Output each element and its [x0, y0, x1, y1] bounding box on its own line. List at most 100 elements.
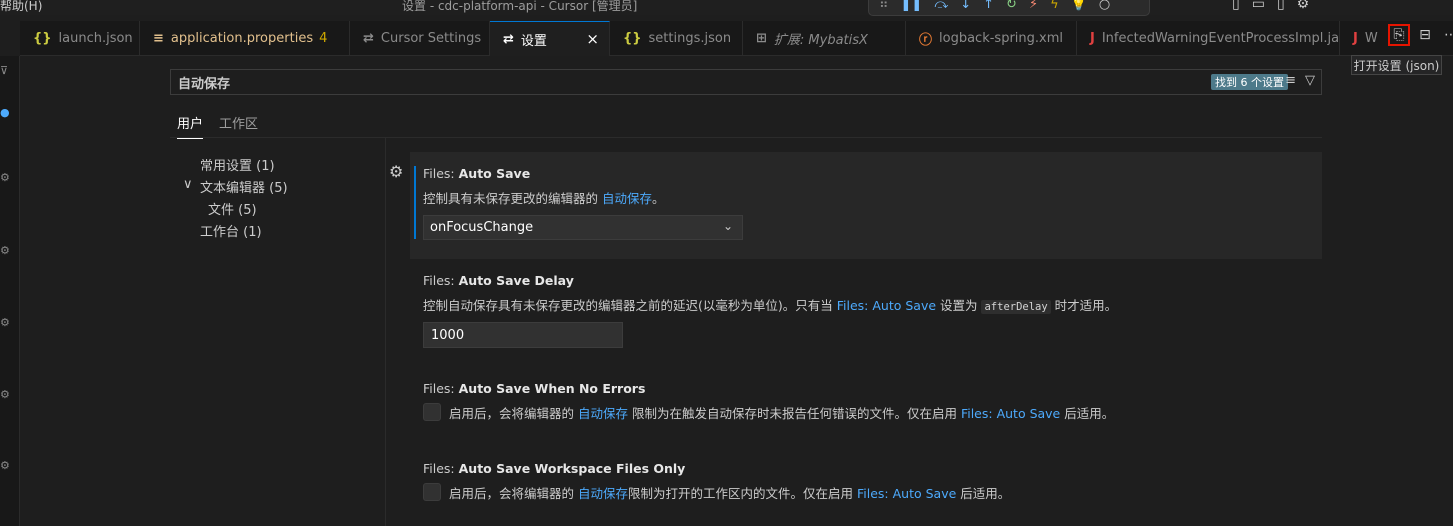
gear-icon[interactable]: ⚙ [0, 459, 10, 472]
settings-search-input[interactable]: 自动保存 找到 6 个设置 ≡ ▽ [170, 69, 1322, 95]
code-value: afterDelay [981, 300, 1051, 314]
tab-settings[interactable]: ⇄ 设置 × [490, 21, 610, 56]
setting-description: 启用后，会将编辑器的 自动保存 限制为在触发自动保存时未报告任何错误的文件。仅在… [449, 406, 1115, 421]
restart-icon[interactable]: ↻ [1006, 0, 1017, 12]
java-file-icon: J [1090, 31, 1095, 46]
tab-label: Cursor Settings [380, 31, 482, 46]
setting-title: Files: Auto Save [423, 166, 531, 181]
setting-description: 启用后，会将编辑器的 自动保存限制为打开的工作区内的文件。仅在启用 Files:… [449, 486, 1011, 501]
tab-user[interactable]: 用户 [177, 113, 204, 139]
json-file-icon: {} [623, 31, 642, 46]
step-into-icon[interactable]: ↓ [960, 0, 971, 12]
focus-indicator [414, 166, 416, 239]
chevron-down-icon[interactable]: ∨ [183, 177, 193, 192]
setting-title: Files: Auto Save Workspace Files Only [423, 461, 686, 476]
tab-label: logback-spring.xml [939, 31, 1063, 46]
window-title: 设置 - cdc-platform-api - Cursor [管理员] [402, 0, 638, 13]
layout-controls: ▯ ▭ ▯ ⚙ [1232, 0, 1309, 12]
open-settings-json-icon[interactable]: ⎘ [1388, 24, 1410, 46]
toggle-panel-icon[interactable]: ▭ [1252, 0, 1265, 12]
disconnect-icon[interactable]: ⚡ [1029, 0, 1038, 12]
toc-item-workbench[interactable]: 工作台 (1) [200, 221, 262, 240]
chevron-down-icon: ⌄ [722, 219, 733, 233]
split-editor-icon[interactable]: ⊟ [1414, 24, 1436, 46]
xml-file-icon: ⓡ [919, 33, 933, 48]
setting-files-auto-save: Files: Auto Save 控制具有未保存更改的编辑器的 自动保存。 on… [410, 152, 1322, 259]
auto-save-workspace-files-only-checkbox[interactable] [423, 483, 441, 501]
tab-settings-json[interactable]: {} settings.json [610, 21, 743, 56]
hot-reload-icon[interactable]: ϟ [1050, 0, 1059, 12]
title-bar: 帮助(H) 设置 - cdc-platform-api - Cursor [管理… [0, 0, 1453, 16]
auto-save-setting-link[interactable]: Files: Auto Save [857, 486, 956, 501]
tab-extension-mybatisx[interactable]: ⊞ 扩展: MybatisX [743, 21, 906, 56]
gear-icon[interactable]: ⚙ [0, 316, 10, 329]
results-count-badge: 找到 6 个设置 [1211, 74, 1288, 90]
tab-label: InfectedWarningEventProcessImpl.java [1101, 31, 1340, 46]
settings-editor-icon: ⇄ [363, 31, 374, 46]
gear-icon[interactable]: ⚙ [0, 244, 10, 257]
filter-icon[interactable]: ⊽ [0, 64, 8, 77]
settings-editor-icon: ⇄ [503, 31, 514, 47]
auto-save-delay-input[interactable]: 1000 [423, 322, 623, 348]
auto-save-when-no-errors-checkbox[interactable] [423, 403, 441, 421]
menu-help[interactable]: 帮助(H) [0, 0, 42, 14]
lightbulb-icon[interactable]: 💡 [1071, 0, 1087, 12]
toc-item-text-editor[interactable]: 文本编辑器 (5) [200, 177, 288, 196]
gear-icon[interactable]: ⚙ [0, 388, 10, 401]
filter-icon[interactable]: ▽ [1305, 73, 1315, 88]
auto-save-link[interactable]: 自动保存 [578, 486, 628, 501]
search-value: 自动保存 [178, 76, 231, 92]
setting-description: 控制具有未保存更改的编辑器的 自动保存。 [423, 191, 665, 206]
tab-label: 设置 [520, 33, 547, 49]
auto-save-link[interactable]: 自动保存 [578, 406, 628, 421]
tab-launch-json[interactable]: {} launch.json [20, 21, 140, 56]
properties-file-icon: ≡ [153, 31, 164, 46]
clear-filter-icon[interactable]: ≡ [1285, 73, 1296, 88]
settings-gear-icon[interactable]: ⚙ [1297, 0, 1310, 12]
step-out-icon[interactable]: ↑ [983, 0, 994, 12]
problems-count-badge: 4 [319, 31, 328, 46]
tab-label: settings.json [648, 31, 732, 46]
setting-files-auto-save-workspace-files-only: Files: Auto Save Workspace Files Only 启用… [410, 447, 1322, 526]
auto-save-setting-link[interactable]: Files: Auto Save [961, 406, 1060, 421]
step-over-icon[interactable]: ⤼ [934, 0, 948, 12]
tab-application-properties[interactable]: ≡ application.properties 4 [140, 21, 350, 56]
java-file-icon: J [1353, 31, 1358, 46]
tab-w-java[interactable]: J W [1340, 21, 1386, 56]
activity-bar: ⊽ ● ⚙ ⚙ ⚙ ⚙ ⚙ [0, 56, 20, 526]
drag-handle-icon[interactable]: ⠿ [879, 0, 889, 12]
editor-actions: ⎘ ⊟ ⋯ [1388, 24, 1453, 46]
tooltip-open-settings-json: 打开设置 (json) [1351, 55, 1442, 75]
setting-files-auto-save-when-no-errors: Files: Auto Save When No Errors 启用后，会将编辑… [410, 367, 1322, 447]
setting-gear-icon[interactable]: ⚙ [389, 162, 403, 181]
tab-cursor-settings[interactable]: ⇄ Cursor Settings [350, 21, 490, 56]
more-actions-icon[interactable]: ⋯ [1440, 24, 1453, 46]
toc-item-files[interactable]: 文件 (5) [208, 199, 257, 218]
json-file-icon: {} [33, 31, 52, 46]
auto-save-setting-link[interactable]: Files: Auto Save [837, 298, 936, 313]
tab-logback-spring-xml[interactable]: ⓡ logback-spring.xml [906, 21, 1077, 56]
tab-label: application.properties [170, 31, 314, 46]
toc-item-common[interactable]: 常用设置 (1) [200, 155, 275, 174]
tab-label: launch.json [58, 31, 133, 46]
tab-label: W [1364, 31, 1378, 46]
info-icon[interactable]: ● [0, 106, 10, 119]
extension-icon: ⊞ [756, 31, 767, 46]
setting-description: 控制自动保存具有未保存更改的编辑器之前的延迟(以毫秒为单位)。只有当 Files… [423, 298, 1118, 314]
setting-files-auto-save-delay: Files: Auto Save Delay 控制自动保存具有未保存更改的编辑器… [410, 259, 1322, 369]
tab-workspace[interactable]: 工作区 [219, 113, 258, 138]
editor-tab-bar: {} launch.json ≡ application.properties … [20, 21, 1453, 56]
toggle-sidebar-icon[interactable]: ▯ [1232, 0, 1240, 12]
toggle-secondary-sidebar-icon[interactable]: ▯ [1277, 0, 1285, 12]
auto-save-dropdown[interactable]: onFocusChange ⌄ [423, 215, 743, 240]
toc-divider [385, 138, 386, 526]
stop-icon[interactable]: ○ [1099, 0, 1110, 12]
pause-icon[interactable]: ❚❚ [901, 0, 923, 12]
gear-icon[interactable]: ⚙ [0, 171, 10, 184]
debug-toolbar: ⠿ ❚❚ ⤼ ↓ ↑ ↻ ⚡ ϟ 💡 ○ [868, 0, 1150, 16]
tab-infected-warning-java[interactable]: J InfectedWarningEventProcessImpl.java [1077, 21, 1340, 56]
close-icon[interactable]: × [586, 30, 599, 48]
auto-save-link[interactable]: 自动保存 [602, 191, 652, 206]
tab-label: 扩展: MybatisX [773, 33, 868, 48]
settings-scope-tabs: 用户 工作区 [170, 110, 1322, 139]
